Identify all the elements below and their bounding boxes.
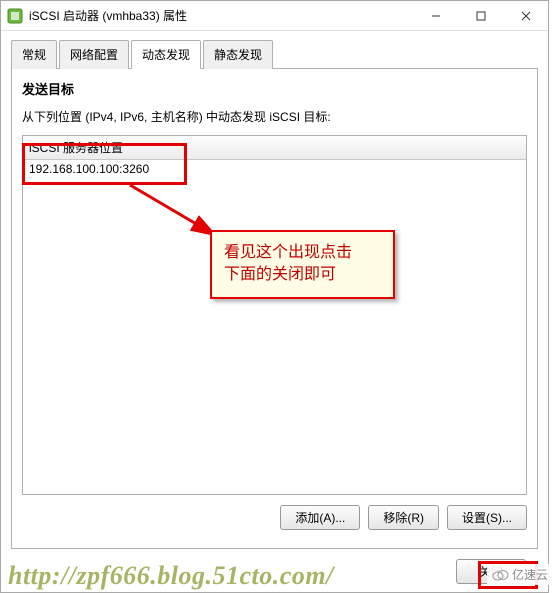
remove-button[interactable]: 移除(R) bbox=[368, 505, 439, 530]
brand-text: 亿速云 bbox=[512, 566, 548, 583]
section-description: 从下列位置 (IPv4, IPv6, 主机名称) 中动态发现 iSCSI 目标: bbox=[22, 108, 527, 125]
app-icon bbox=[7, 8, 23, 24]
callout-line2: 下面的关闭即可 bbox=[224, 264, 381, 286]
window-controls bbox=[413, 1, 548, 30]
button-row: 添加(A)... 移除(R) 设置(S)... bbox=[22, 505, 527, 530]
maximize-button[interactable] bbox=[458, 1, 503, 30]
window-title: iSCSI 启动器 (vmhba33) 属性 bbox=[29, 7, 413, 24]
tab-strip: 常规 网络配置 动态发现 静态发现 bbox=[11, 39, 538, 69]
tab-dynamic-discovery[interactable]: 动态发现 bbox=[131, 40, 201, 69]
add-button[interactable]: 添加(A)... bbox=[280, 505, 360, 530]
watermark-url: http://zpf666.blog.51cto.com/ bbox=[8, 561, 334, 591]
tab-network-config[interactable]: 网络配置 bbox=[59, 40, 129, 69]
tab-body: 发送目标 从下列位置 (IPv4, IPv6, 主机名称) 中动态发现 iSCS… bbox=[11, 69, 538, 549]
close-window-button[interactable] bbox=[503, 1, 548, 30]
settings-button[interactable]: 设置(S)... bbox=[447, 505, 527, 530]
table-header[interactable]: iSCSI 服务器位置 bbox=[23, 136, 526, 160]
tab-static-discovery[interactable]: 静态发现 bbox=[203, 40, 273, 69]
section-title: 发送目标 bbox=[22, 79, 527, 98]
cloud-icon bbox=[491, 569, 509, 581]
annotation-callout: 看见这个出现点击 下面的关闭即可 bbox=[210, 230, 395, 299]
callout-line1: 看见这个出现点击 bbox=[224, 242, 381, 264]
minimize-button[interactable] bbox=[413, 1, 458, 30]
tab-general[interactable]: 常规 bbox=[11, 40, 57, 69]
iscsi-server-table: iSCSI 服务器位置 192.168.100.100:3260 bbox=[22, 135, 527, 495]
table-row[interactable]: 192.168.100.100:3260 bbox=[23, 160, 526, 178]
titlebar: iSCSI 启动器 (vmhba33) 属性 bbox=[1, 1, 548, 31]
brand-logo: 亿速云 bbox=[487, 564, 552, 585]
